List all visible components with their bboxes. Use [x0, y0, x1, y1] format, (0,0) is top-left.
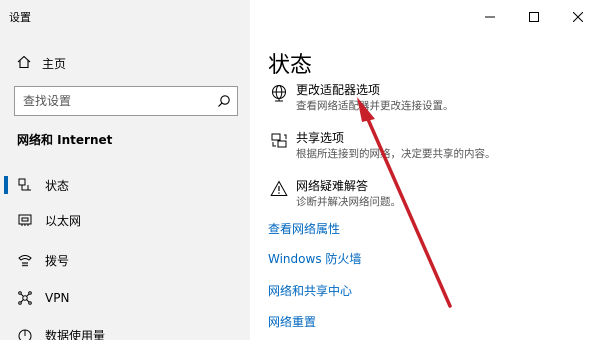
option-description: 诊断并解决网络问题。 — [296, 196, 401, 208]
change-adapter-options[interactable]: 更改适配器选项 查看网络适配器并更改连接设置。 — [268, 82, 454, 122]
sidebar-item-data-usage[interactable]: 数据使用量 — [0, 318, 250, 340]
sidebar-item-label: 数据使用量 — [45, 328, 106, 340]
sidebar-item-dialup[interactable]: 拨号 — [0, 243, 250, 277]
section-title: 网络和 Internet — [17, 133, 113, 147]
maximize-icon — [529, 12, 539, 22]
sidebar-item-status[interactable]: 状态 — [0, 168, 250, 202]
main-content: 状态 更改适配器选项 查看网络适配器并更改连接设置。 共享选项 根据所连接到的网… — [250, 0, 600, 340]
home-icon — [17, 54, 31, 73]
view-network-properties-link[interactable]: 查看网络属性 — [268, 220, 340, 237]
sidebar: 设置 主页 网络和 Internet 状态 以太网 拨号 — [0, 0, 250, 340]
ethernet-icon — [15, 210, 35, 230]
data-usage-icon — [15, 325, 35, 340]
status-icon — [15, 175, 35, 195]
home-label: 主页 — [42, 56, 67, 71]
sidebar-item-label: 拨号 — [45, 253, 70, 268]
warning-icon — [268, 178, 290, 202]
dialup-icon — [15, 250, 35, 270]
vpn-icon — [15, 288, 35, 308]
sidebar-item-label: VPN — [45, 291, 70, 305]
network-sharing-center-link[interactable]: 网络和共享中心 — [268, 282, 352, 299]
minimize-icon — [485, 16, 495, 18]
option-description: 根据所连接到的网络，决定要共享的内容。 — [296, 148, 496, 160]
sidebar-item-label: 状态 — [45, 178, 70, 193]
search-box[interactable] — [14, 86, 238, 116]
minimize-button[interactable] — [468, 0, 512, 34]
globe-icon — [268, 82, 290, 106]
search-input[interactable] — [15, 87, 211, 115]
windows-firewall-link[interactable]: Windows 防火墙 — [268, 250, 361, 267]
window-controls — [468, 0, 600, 34]
sidebar-item-label: 以太网 — [45, 213, 82, 228]
network-reset-link[interactable]: 网络重置 — [268, 313, 316, 330]
sharing-options[interactable]: 共享选项 根据所连接到的网络，决定要共享的内容。 — [268, 130, 496, 170]
active-indicator — [4, 176, 8, 194]
sidebar-item-ethernet[interactable]: 以太网 — [0, 203, 250, 237]
home-nav-item[interactable]: 主页 — [17, 53, 66, 73]
close-button[interactable] — [556, 0, 600, 34]
option-title: 共享选项 — [296, 131, 345, 145]
page-title: 状态 — [268, 53, 313, 78]
option-title: 网络疑难解答 — [296, 179, 369, 193]
sidebar-item-vpn[interactable]: VPN — [0, 281, 250, 315]
maximize-button[interactable] — [512, 0, 556, 34]
search-icon[interactable] — [211, 87, 237, 115]
network-troubleshooter[interactable]: 网络疑难解答 诊断并解决网络问题。 — [268, 178, 401, 218]
close-icon — [573, 12, 583, 22]
option-title: 更改适配器选项 — [296, 83, 381, 97]
sharing-icon — [268, 130, 290, 154]
option-description: 查看网络适配器并更改连接设置。 — [296, 100, 454, 112]
app-title: 设置 — [9, 11, 31, 24]
